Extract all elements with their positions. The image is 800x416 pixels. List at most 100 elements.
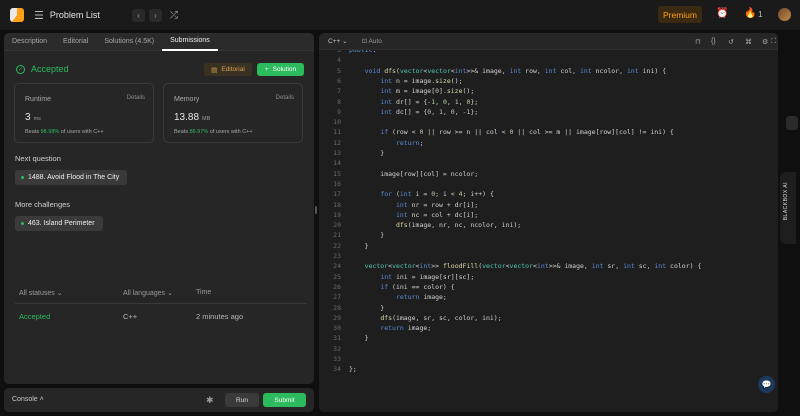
line-number: 13 (333, 149, 341, 157)
code-line[interactable]: 26 if (ini == color) { (319, 282, 778, 292)
line-number: 14 (333, 159, 341, 168)
code-line[interactable]: 15 image[row][col] = ncolor; (319, 169, 778, 179)
code-line[interactable]: 31 } (319, 333, 778, 343)
code-line[interactable]: 33 (319, 354, 778, 364)
runtime-details-link[interactable]: Details (127, 95, 145, 101)
settings-icon[interactable]: ⚙ (762, 38, 768, 46)
status-filter[interactable]: All statuses ⌄ (19, 289, 63, 297)
code-line[interactable]: 11 if (row < 0 || row >= n || col < 0 ||… (319, 127, 778, 137)
editorial-button[interactable]: ▤ Editorial (204, 63, 252, 76)
code-line[interactable]: 10 (319, 117, 778, 127)
console-toggle[interactable]: Console ˄ (12, 396, 44, 403)
book-icon: ▤ (211, 66, 218, 74)
line-number: 17 (333, 190, 341, 199)
leetcode-logo-icon[interactable] (10, 8, 24, 22)
memory-number: 13.88 (174, 112, 200, 123)
code-text: for (int i = 0; i < 4; i++) { (380, 190, 494, 199)
code-text: int ini = image[sr][sc]; (380, 272, 475, 281)
chat-icon[interactable]: 💬 (758, 376, 775, 393)
code-line[interactable]: 20 dfs(image, nr, nc, ncolor, ini); (319, 220, 778, 230)
solution-button[interactable]: + Solution (257, 63, 304, 76)
line-number: 19 (333, 210, 341, 219)
code-text: int m = image[0].size(); (380, 87, 475, 96)
tab-submissions[interactable]: Submissions (162, 33, 218, 51)
code-line[interactable]: 13 } (319, 148, 778, 158)
code-line[interactable]: 34}; (319, 364, 778, 374)
code-line[interactable]: 24 vector<vector<int>> floodFill(vector<… (319, 261, 778, 271)
line-number: 10 (333, 118, 341, 127)
runtime-unit: ms (33, 116, 41, 122)
code-line[interactable]: 30 return image; (319, 323, 778, 333)
next-question-chip[interactable]: 1488. Avoid Flood in The City (15, 170, 128, 185)
panel-resize-handle[interactable] (315, 206, 317, 214)
code-line[interactable]: 6 int n = image.size(); (319, 76, 778, 86)
code-text: return; (395, 138, 424, 147)
language-selector[interactable]: C++ ⌄ (328, 37, 348, 45)
status-filter-label: All statuses (19, 290, 55, 297)
tab-solutions[interactable]: Solutions (4.5K) (96, 33, 162, 51)
shuffle-icon[interactable]: ⤮ (170, 10, 178, 21)
problem-list-link[interactable]: Problem List (50, 10, 100, 20)
code-line[interactable]: 17 for (int i = 0; i < 4; i++) { (319, 189, 778, 199)
code-line[interactable]: 4 (319, 55, 778, 65)
reset-icon[interactable]: ↺ (728, 38, 734, 46)
code-line[interactable]: 19 int nc = col + dc[i]; (319, 210, 778, 220)
time-header: Time (196, 289, 212, 296)
code-line[interactable]: 29 dfs(image, sr, sc, color, ini); (319, 313, 778, 323)
code-line[interactable]: 32 (319, 344, 778, 354)
line-number: 20 (333, 221, 341, 230)
avatar[interactable] (778, 8, 791, 21)
code-line[interactable]: 16 (319, 179, 778, 189)
run-button[interactable]: Run (225, 393, 259, 407)
line-number: 23 (333, 252, 341, 260)
memory-beats-pct: 86.97% (189, 129, 209, 135)
language-filter[interactable]: All languages ⌄ (123, 289, 173, 297)
chevron-right-icon[interactable]: › (148, 8, 162, 22)
runtime-card[interactable]: Runtime Details 3 ms Beats 98.98% of user… (14, 83, 154, 143)
code-line[interactable]: 27 return image; (319, 292, 778, 302)
tab-description[interactable]: Description (4, 33, 55, 51)
code-line[interactable]: 21 } (319, 230, 778, 240)
bookmark-icon[interactable]: ⊓ (695, 38, 700, 46)
fullscreen-icon[interactable]: ⛶ (771, 38, 776, 46)
more-challenges-chip[interactable]: 463. Island Perimeter (15, 216, 103, 231)
code-line[interactable]: 23 (319, 251, 778, 261)
code-editor[interactable]: 3 public: 4 5 void dfs(vector<vector<int>>&… (319, 45, 778, 412)
code-line[interactable]: 28 } (319, 303, 778, 313)
memory-beats: Beats 86.97% of users with C++ (174, 129, 253, 135)
code-line[interactable]: 18 int nr = row + dr[i]; (319, 200, 778, 210)
memory-card[interactable]: Memory Details 13.88 MB Beats 86.97% of u… (163, 83, 303, 143)
alarm-icon[interactable]: ⏰ (716, 8, 728, 19)
code-line[interactable]: 5 void dfs(vector<vector<int>>& image, i… (319, 66, 778, 76)
row-status[interactable]: Accepted (19, 312, 50, 321)
shortcut-icon[interactable]: ⌘ (745, 38, 752, 46)
list-icon[interactable]: ☰ (34, 9, 44, 22)
code-line[interactable]: 9 int dc[] = {0, 1, 0, -1}; (319, 107, 778, 117)
code-line[interactable]: 22 } (319, 241, 778, 251)
code-text: if (ini == color) { (380, 282, 455, 291)
auto-mode-label[interactable]: ⊡ Auto (362, 37, 382, 45)
tab-editorial[interactable]: Editorial (55, 33, 96, 51)
submit-button[interactable]: Submit (263, 393, 306, 407)
code-editor-panel: 3 public: 4 5 void dfs(vector<vector<int>>&… (319, 33, 778, 412)
code-text: vector<vector<int>> floodFill(vector<vec… (364, 262, 702, 271)
line-number: 24 (333, 262, 341, 271)
debug-icon[interactable]: ✱ (206, 395, 214, 406)
code-line[interactable]: 12 return; (319, 138, 778, 148)
premium-button[interactable]: Premium (658, 6, 702, 23)
line-number: 34 (333, 365, 341, 374)
fire-icon[interactable]: 🔥 (744, 8, 756, 19)
plus-icon: + (264, 66, 269, 73)
code-line[interactable]: 25 int ini = image[sr][sc]; (319, 272, 778, 282)
braces-icon[interactable]: {} (711, 38, 716, 45)
console-bar: Console ˄ ✱ Run Submit (4, 388, 314, 412)
side-widget-icon[interactable] (786, 116, 798, 130)
memory-details-link[interactable]: Details (276, 95, 294, 101)
line-number: 26 (333, 282, 341, 291)
code-line[interactable]: 8 int dr[] = {-1, 0, 1, 0}; (319, 97, 778, 107)
blackbox-ai-tab[interactable]: BLACKBOX AI (780, 172, 796, 244)
code-line[interactable]: 14 (319, 158, 778, 168)
chevron-left-icon[interactable]: ‹ (131, 8, 145, 22)
code-line[interactable]: 7 int m = image[0].size(); (319, 86, 778, 96)
code-text: if (row < 0 || row >= n || col < 0 || co… (380, 128, 674, 137)
